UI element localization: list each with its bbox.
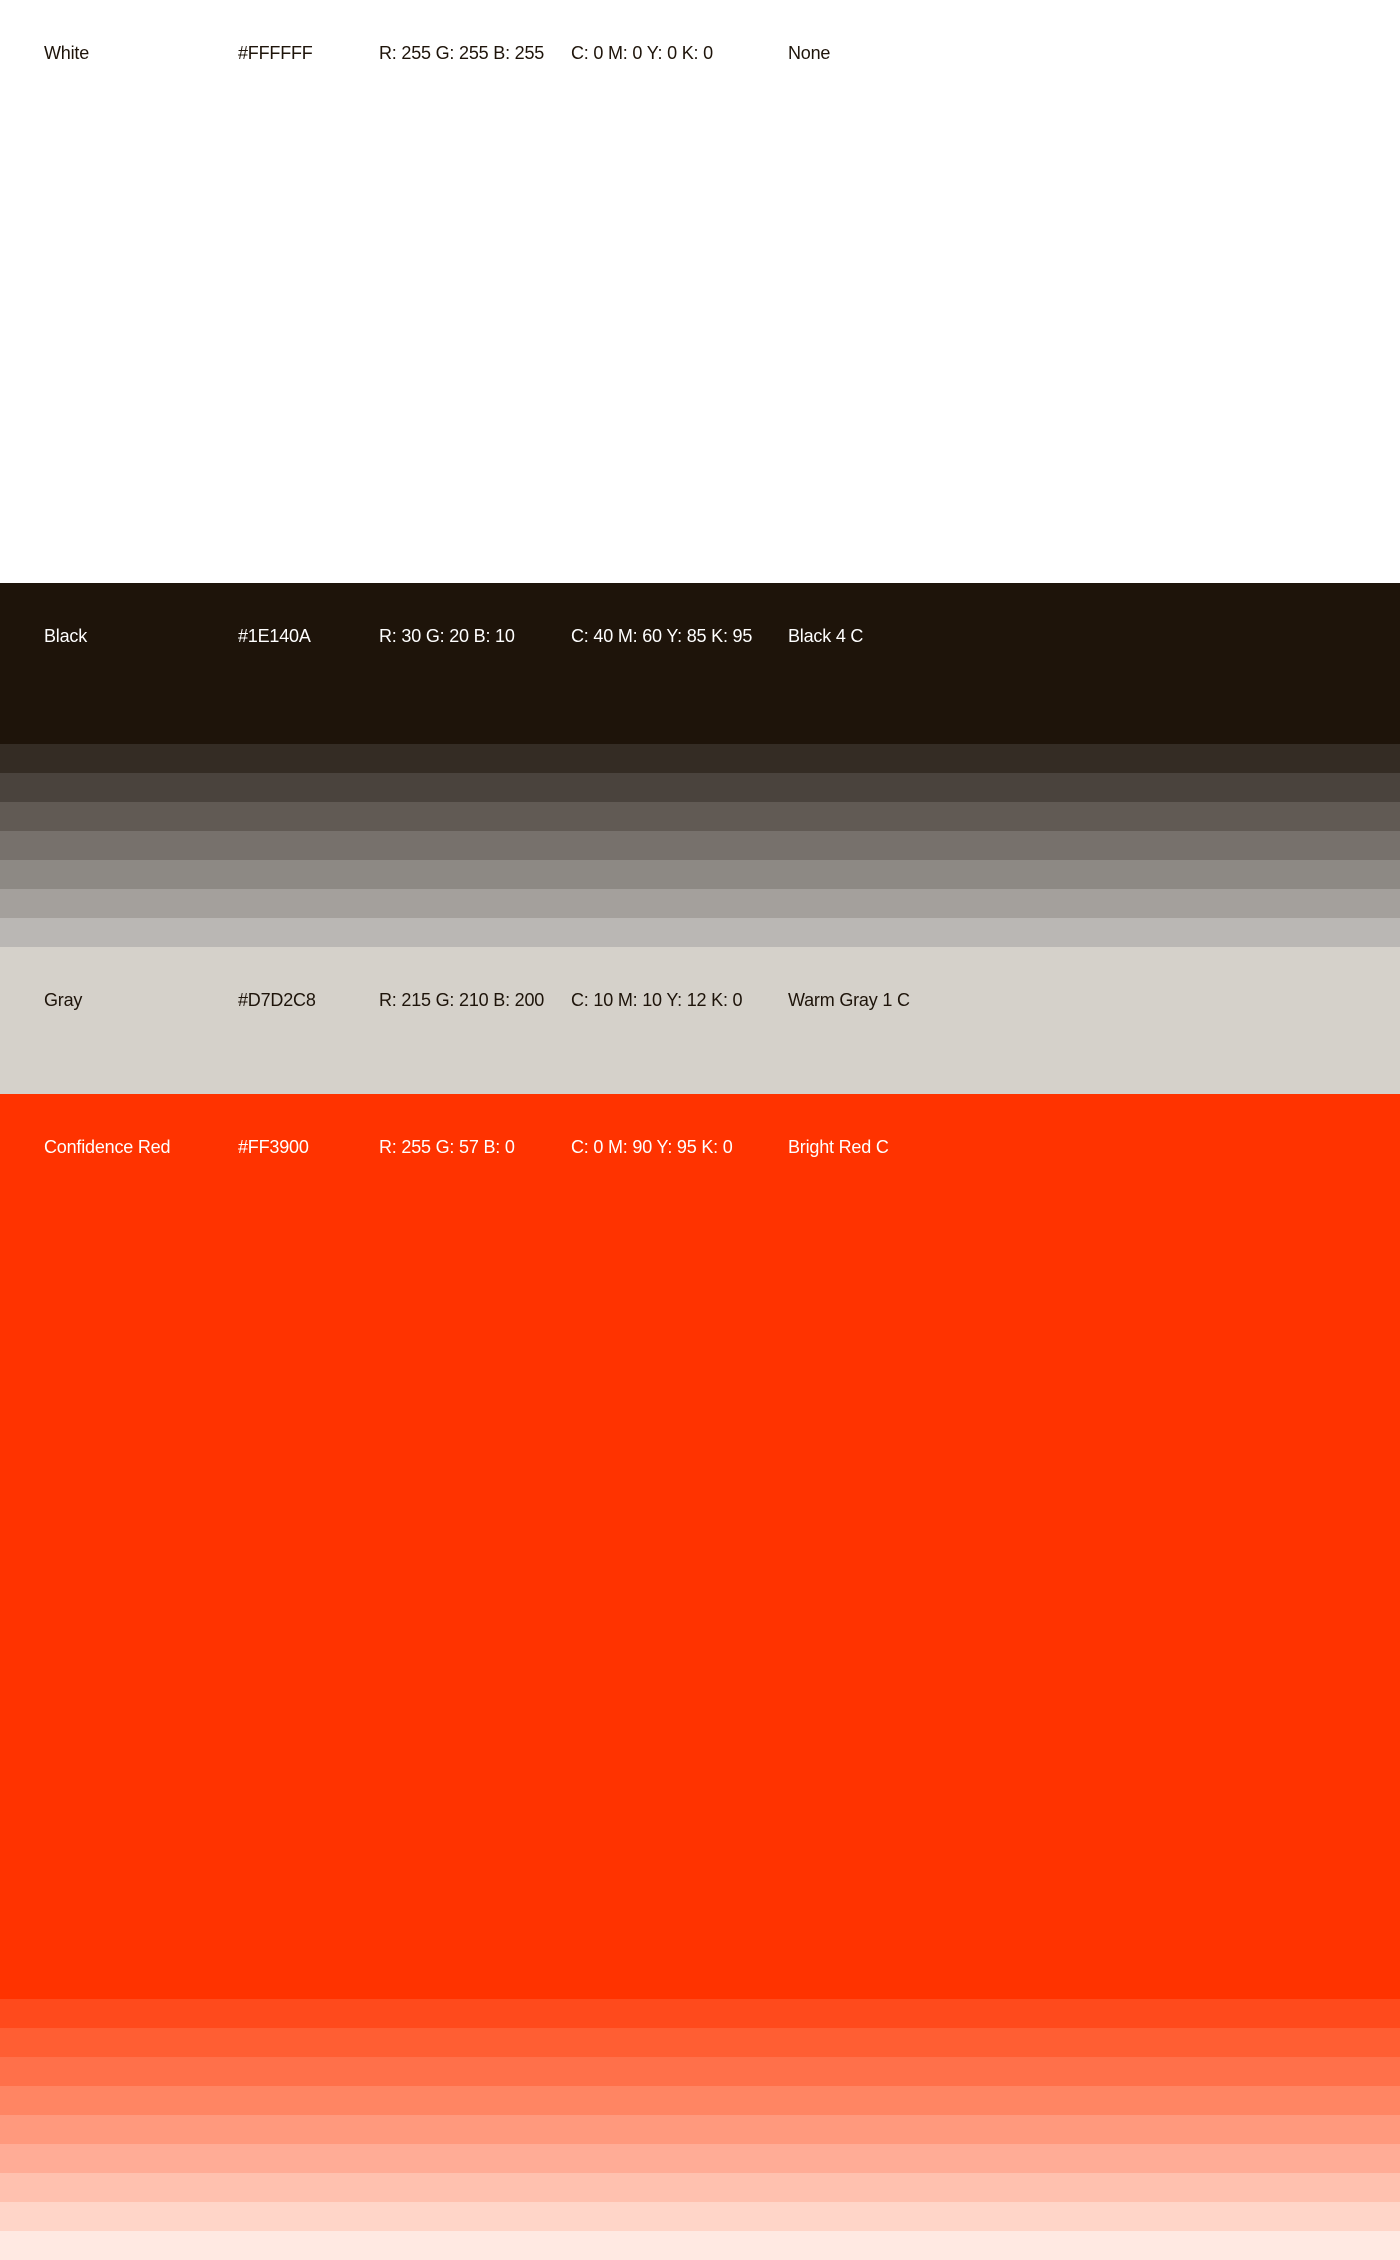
red-tint-4 xyxy=(0,2086,1400,2115)
swatch-rgb: R: 255 G: 255 B: 255 xyxy=(379,43,545,63)
black-tint-7 xyxy=(0,918,1400,947)
red-tint-3 xyxy=(0,2057,1400,2086)
swatch-cmyk: C: 0 M: 90 Y: 95 K: 0 xyxy=(571,1137,733,1157)
black-tint-1 xyxy=(0,744,1400,773)
swatch-pantone: Bright Red C xyxy=(788,1137,889,1157)
red-tint-scale xyxy=(0,1999,1400,2260)
swatch-rgb: R: 255 G: 57 B: 0 xyxy=(379,1137,515,1157)
color-palette-page: White #FFFFFF R: 255 G: 255 B: 255 C: 0 … xyxy=(0,0,1400,2260)
swatch-gray-info: Gray #D7D2C8 R: 215 G: 210 B: 200 C: 10 … xyxy=(0,991,1400,1015)
swatch-hex: #FF3900 xyxy=(238,1137,309,1157)
swatch-cmyk: C: 0 M: 0 Y: 0 K: 0 xyxy=(571,43,713,63)
red-tint-9 xyxy=(0,2231,1400,2260)
swatch-white-info: White #FFFFFF R: 255 G: 255 B: 255 C: 0 … xyxy=(0,44,1400,68)
black-tint-3 xyxy=(0,802,1400,831)
swatch-hex: #D7D2C8 xyxy=(238,990,316,1010)
red-tint-2 xyxy=(0,2028,1400,2057)
red-tint-7 xyxy=(0,2173,1400,2202)
swatch-pantone: Black 4 C xyxy=(788,626,864,646)
swatch-black: Black #1E140A R: 30 G: 20 B: 10 C: 40 M:… xyxy=(0,583,1400,744)
red-tint-8 xyxy=(0,2202,1400,2231)
swatch-pantone: Warm Gray 1 C xyxy=(788,990,910,1010)
black-tint-5 xyxy=(0,860,1400,889)
swatch-name: White xyxy=(44,43,90,63)
black-tint-scale xyxy=(0,744,1400,947)
swatch-gray: Gray #D7D2C8 R: 215 G: 210 B: 200 C: 10 … xyxy=(0,947,1400,1094)
black-tint-4 xyxy=(0,831,1400,860)
swatch-black-info: Black #1E140A R: 30 G: 20 B: 10 C: 40 M:… xyxy=(0,627,1400,651)
swatch-rgb: R: 215 G: 210 B: 200 xyxy=(379,990,545,1010)
swatch-white: White #FFFFFF R: 255 G: 255 B: 255 C: 0 … xyxy=(0,0,1400,583)
swatch-hex: #1E140A xyxy=(238,626,311,646)
swatch-cmyk: C: 10 M: 10 Y: 12 K: 0 xyxy=(571,990,743,1010)
swatch-rgb: R: 30 G: 20 B: 10 xyxy=(379,626,515,646)
swatch-name: Confidence Red xyxy=(44,1137,171,1157)
red-tint-1 xyxy=(0,1999,1400,2028)
swatch-hex: #FFFFFF xyxy=(238,43,313,63)
black-tint-2 xyxy=(0,773,1400,802)
swatch-cmyk: C: 40 M: 60 Y: 85 K: 95 xyxy=(571,626,753,646)
red-tint-5 xyxy=(0,2115,1400,2144)
swatch-name: Gray xyxy=(44,990,83,1010)
swatch-red-info: Confidence Red #FF3900 R: 255 G: 57 B: 0… xyxy=(0,1138,1400,1162)
swatch-pantone: None xyxy=(788,43,831,63)
black-tint-6 xyxy=(0,889,1400,918)
swatch-confidence-red: Confidence Red #FF3900 R: 255 G: 57 B: 0… xyxy=(0,1094,1400,1999)
swatch-name: Black xyxy=(44,626,88,646)
red-tint-6 xyxy=(0,2144,1400,2173)
